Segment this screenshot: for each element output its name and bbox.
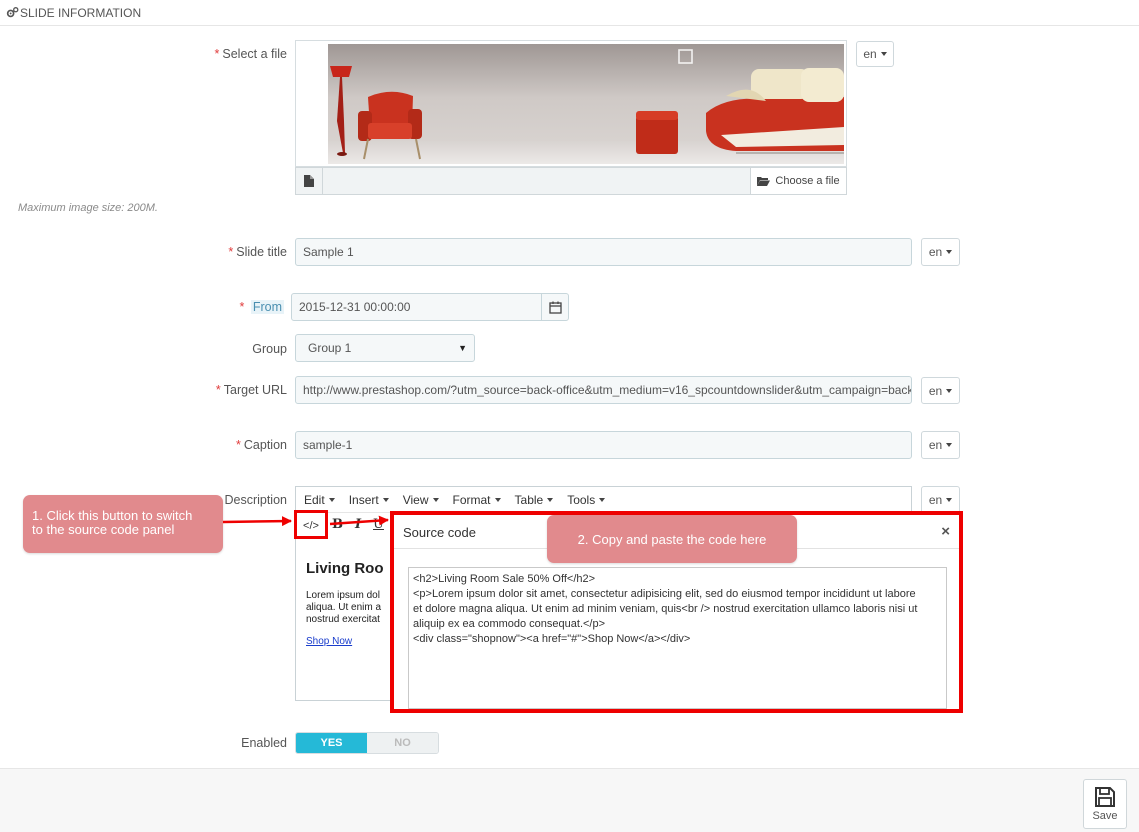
annotation-arrows <box>222 515 389 527</box>
panel-footer: Save <box>0 768 1139 832</box>
toggle-no[interactable]: NO <box>367 733 438 753</box>
toggle-yes[interactable]: YES <box>296 733 367 753</box>
enabled-toggle[interactable]: YES NO <box>295 732 439 754</box>
arrow-to-dialog <box>329 515 389 526</box>
enabled-label: Enabled <box>241 736 287 750</box>
save-button[interactable]: Save <box>1083 779 1127 829</box>
arrow-to-source-button <box>222 516 292 527</box>
floppy-disk-icon <box>1095 787 1115 807</box>
